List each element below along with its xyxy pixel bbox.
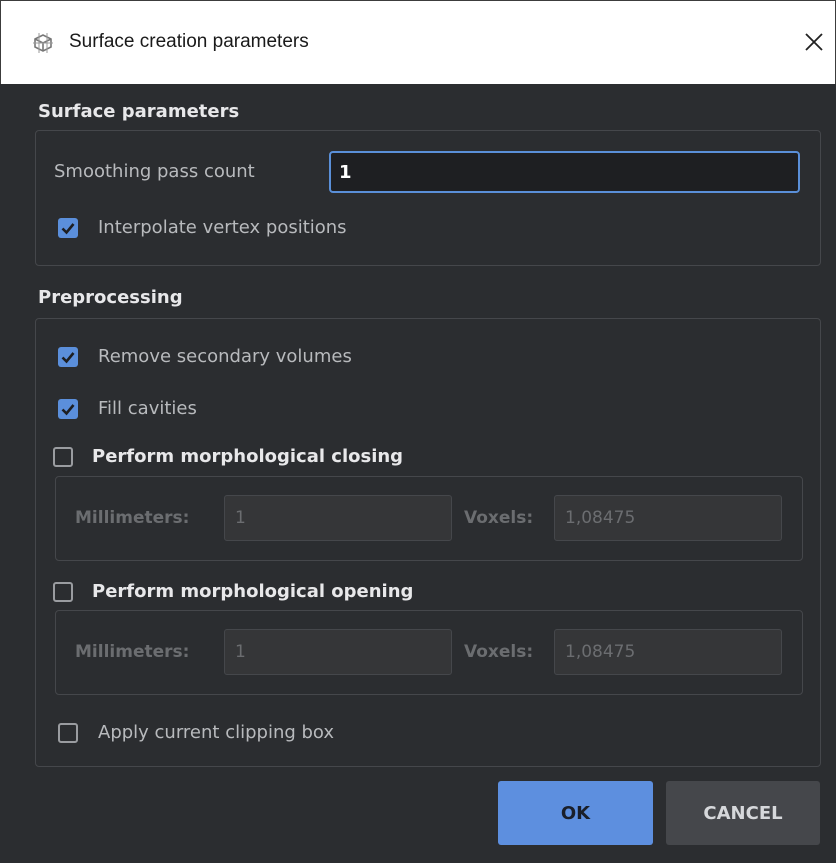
closing-millimeters-label: Millimeters: — [75, 508, 190, 528]
apply-clipping-box-checkbox[interactable] — [58, 723, 78, 743]
preprocessing-heading: Preprocessing — [38, 287, 183, 308]
smoothing-pass-count-label: Smoothing pass count — [54, 161, 255, 182]
title-bar: Surface creation parameters — [0, 0, 836, 85]
closing-voxels-input[interactable]: 1,08475 — [554, 495, 782, 541]
opening-voxels-label: Voxels: — [464, 642, 534, 662]
morphological-closing-checkbox[interactable] — [53, 447, 73, 467]
dialog-content: Surface parameters Smoothing pass count … — [0, 84, 836, 863]
interpolate-vertex-positions-checkbox[interactable] — [58, 218, 78, 238]
smoothing-pass-count-input[interactable]: 1 — [329, 151, 800, 193]
ok-button[interactable]: OK — [498, 781, 653, 845]
interpolate-vertex-positions-label: Interpolate vertex positions — [98, 217, 347, 238]
surface-mesh-icon — [31, 31, 55, 55]
cancel-button[interactable]: CANCEL — [666, 781, 820, 845]
opening-millimeters-label: Millimeters: — [75, 642, 190, 662]
morphological-opening-checkbox[interactable] — [53, 582, 73, 602]
fill-cavities-label: Fill cavities — [98, 398, 197, 419]
preprocessing-group: Remove secondary volumes Fill cavities P… — [35, 318, 821, 767]
closing-params-group: Millimeters: 1 Voxels: 1,08475 — [55, 476, 803, 561]
closing-voxels-label: Voxels: — [464, 508, 534, 528]
window-title: Surface creation parameters — [69, 31, 309, 52]
remove-secondary-volumes-label: Remove secondary volumes — [98, 346, 352, 367]
checkmark-icon — [61, 404, 75, 416]
dialog-window: Surface creation parameters Surface para… — [0, 0, 836, 863]
opening-params-group: Millimeters: 1 Voxels: 1,08475 — [55, 610, 803, 695]
opening-voxels-input[interactable]: 1,08475 — [554, 629, 782, 675]
close-icon[interactable] — [797, 25, 831, 59]
surface-parameters-heading: Surface parameters — [38, 101, 240, 122]
apply-clipping-box-label: Apply current clipping box — [98, 722, 335, 743]
surface-parameters-group: Smoothing pass count 1 Interpolate verte… — [35, 130, 821, 266]
checkmark-icon — [61, 352, 75, 364]
morphological-opening-label: Perform morphological opening — [92, 581, 414, 602]
opening-millimeters-input[interactable]: 1 — [224, 629, 452, 675]
closing-millimeters-input[interactable]: 1 — [224, 495, 452, 541]
morphological-closing-label: Perform morphological closing — [92, 446, 404, 467]
fill-cavities-checkbox[interactable] — [58, 399, 78, 419]
remove-secondary-volumes-checkbox[interactable] — [58, 347, 78, 367]
checkmark-icon — [61, 223, 75, 235]
